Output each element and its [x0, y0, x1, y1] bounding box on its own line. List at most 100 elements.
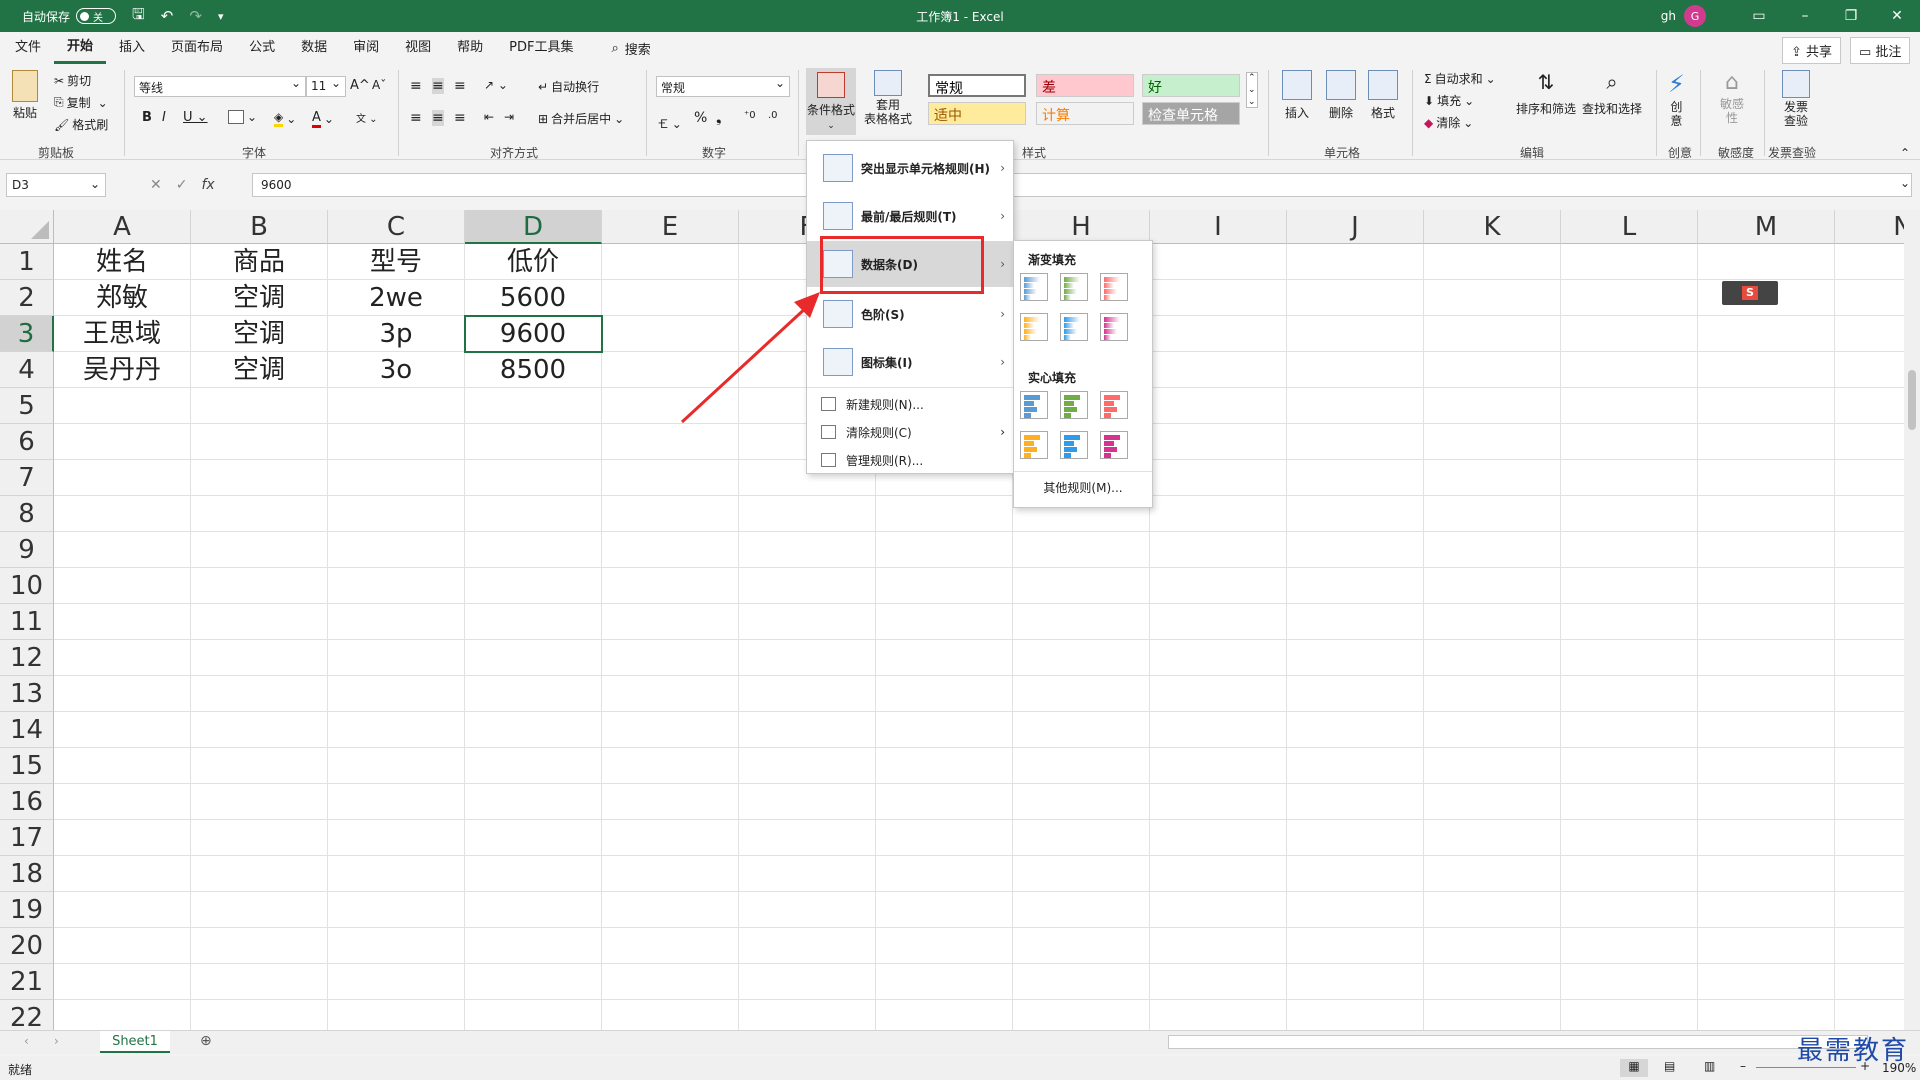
- menu-item-manage-rule[interactable]: 管理规则(R)...: [807, 447, 1013, 473]
- align-middle-button[interactable]: ≡: [432, 78, 444, 94]
- row-header-1[interactable]: 1: [0, 244, 54, 280]
- increase-decimal-button[interactable]: ⁺0: [744, 110, 756, 121]
- cell-e5[interactable]: [602, 388, 739, 424]
- cell-j21[interactable]: [1287, 964, 1424, 1000]
- cell-a21[interactable]: [54, 964, 191, 1000]
- cell-e1[interactable]: [602, 244, 739, 280]
- cell-b17[interactable]: [191, 820, 328, 856]
- cell-j22[interactable]: [1287, 1000, 1424, 1030]
- cell-k7[interactable]: [1424, 460, 1561, 496]
- cell-d15[interactable]: [465, 748, 602, 784]
- cell-d14[interactable]: [465, 712, 602, 748]
- cell-i12[interactable]: [1150, 640, 1287, 676]
- underline-button[interactable]: U ⌄: [183, 110, 208, 125]
- cut-button[interactable]: ✂ 剪切: [54, 72, 91, 89]
- cell-f18[interactable]: [739, 856, 876, 892]
- cell-c11[interactable]: [328, 604, 465, 640]
- cell-a15[interactable]: [54, 748, 191, 784]
- cell-b11[interactable]: [191, 604, 328, 640]
- cell-h13[interactable]: [1013, 676, 1150, 712]
- save-icon[interactable]: 🖫: [132, 4, 145, 29]
- cell-h14[interactable]: [1013, 712, 1150, 748]
- cell-h22[interactable]: [1013, 1000, 1150, 1030]
- cell-e3[interactable]: [602, 316, 739, 352]
- cell-j6[interactable]: [1287, 424, 1424, 460]
- row-header-21[interactable]: 21: [0, 964, 54, 1000]
- name-box[interactable]: D3 ⌄: [6, 173, 106, 197]
- cell-n17[interactable]: [1835, 820, 1904, 856]
- cell-c19[interactable]: [328, 892, 465, 928]
- cell-d16[interactable]: [465, 784, 602, 820]
- tab-insert[interactable]: 插入: [106, 32, 158, 64]
- cell-j5[interactable]: [1287, 388, 1424, 424]
- cell-n2[interactable]: [1835, 280, 1904, 316]
- cell-l8[interactable]: [1561, 496, 1698, 532]
- cell-g15[interactable]: [876, 748, 1013, 784]
- row-header-7[interactable]: 7: [0, 460, 54, 496]
- cell-a8[interactable]: [54, 496, 191, 532]
- styles-scroll[interactable]: ⌃ ⌄ ⌄: [1246, 72, 1258, 108]
- cell-g11[interactable]: [876, 604, 1013, 640]
- align-left-button[interactable]: ≡: [410, 110, 422, 126]
- cell-j10[interactable]: [1287, 568, 1424, 604]
- cell-n12[interactable]: [1835, 640, 1904, 676]
- cell-m19[interactable]: [1698, 892, 1835, 928]
- cell-h11[interactable]: [1013, 604, 1150, 640]
- row-header-8[interactable]: 8: [0, 496, 54, 532]
- cell-l19[interactable]: [1561, 892, 1698, 928]
- expand-formula-icon[interactable]: ⌄: [1900, 176, 1910, 190]
- cell-e13[interactable]: [602, 676, 739, 712]
- cell-l18[interactable]: [1561, 856, 1698, 892]
- align-top-button[interactable]: ≡: [410, 78, 422, 94]
- cell-e16[interactable]: [602, 784, 739, 820]
- cell-f8[interactable]: [739, 496, 876, 532]
- paste-button[interactable]: 粘贴: [12, 70, 38, 121]
- cell-d7[interactable]: [465, 460, 602, 496]
- cell-l16[interactable]: [1561, 784, 1698, 820]
- cell-e19[interactable]: [602, 892, 739, 928]
- cell-m15[interactable]: [1698, 748, 1835, 784]
- cell-m11[interactable]: [1698, 604, 1835, 640]
- cell-b7[interactable]: [191, 460, 328, 496]
- cell-f12[interactable]: [739, 640, 876, 676]
- find-select-button[interactable]: ⌕ 查找和选择: [1582, 70, 1642, 117]
- row-header-6[interactable]: 6: [0, 424, 54, 460]
- cell-l6[interactable]: [1561, 424, 1698, 460]
- cell-i5[interactable]: [1150, 388, 1287, 424]
- cell-c2[interactable]: 2we: [328, 280, 465, 316]
- cell-j3[interactable]: [1287, 316, 1424, 352]
- cell-k17[interactable]: [1424, 820, 1561, 856]
- cell-j16[interactable]: [1287, 784, 1424, 820]
- cell-i3[interactable]: [1150, 316, 1287, 352]
- cell-e8[interactable]: [602, 496, 739, 532]
- cell-n3[interactable]: [1835, 316, 1904, 352]
- cell-k2[interactable]: [1424, 280, 1561, 316]
- row-header-3[interactable]: 3: [0, 316, 54, 352]
- row-header-22[interactable]: 22: [0, 1000, 54, 1030]
- prev-sheet-icon[interactable]: ‹: [24, 1034, 29, 1048]
- avatar[interactable]: G: [1684, 5, 1706, 27]
- tab-data[interactable]: 数据: [288, 32, 340, 64]
- cell-i1[interactable]: [1150, 244, 1287, 280]
- cell-a7[interactable]: [54, 460, 191, 496]
- cell-k4[interactable]: [1424, 352, 1561, 388]
- cell-b4[interactable]: 空调: [191, 352, 328, 388]
- comments-button[interactable]: ▭ 批注: [1850, 37, 1911, 64]
- cell-style-2[interactable]: 差: [1036, 74, 1134, 97]
- sheet-tab-sheet1[interactable]: Sheet1: [100, 1031, 170, 1053]
- cell-style-1[interactable]: 常规: [928, 74, 1026, 97]
- cell-n19[interactable]: [1835, 892, 1904, 928]
- cell-k16[interactable]: [1424, 784, 1561, 820]
- cancel-icon[interactable]: ✕: [150, 177, 162, 193]
- cell-c6[interactable]: [328, 424, 465, 460]
- undo-icon[interactable]: ↶: [161, 7, 174, 25]
- cell-k14[interactable]: [1424, 712, 1561, 748]
- cell-j11[interactable]: [1287, 604, 1424, 640]
- cell-l10[interactable]: [1561, 568, 1698, 604]
- cell-m18[interactable]: [1698, 856, 1835, 892]
- cell-a6[interactable]: [54, 424, 191, 460]
- cell-l4[interactable]: [1561, 352, 1698, 388]
- cell-n18[interactable]: [1835, 856, 1904, 892]
- cell-k15[interactable]: [1424, 748, 1561, 784]
- cell-b19[interactable]: [191, 892, 328, 928]
